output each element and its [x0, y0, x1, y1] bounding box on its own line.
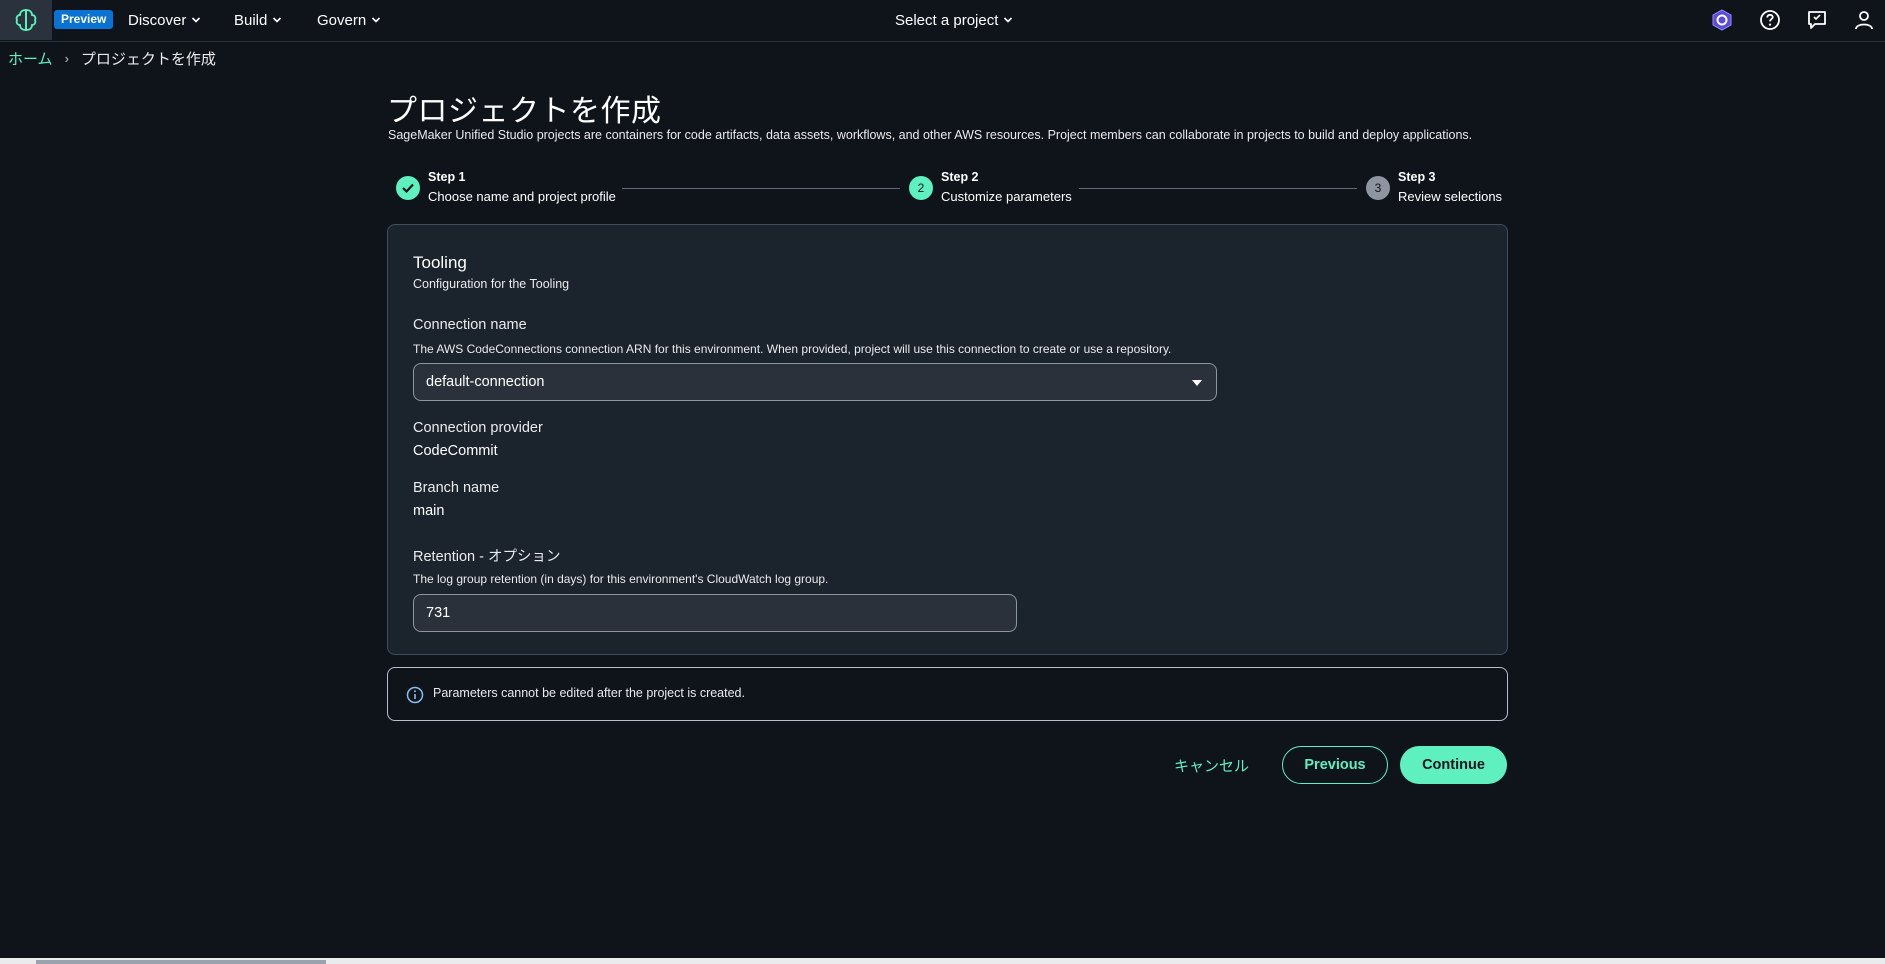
nav-menu-label: Build	[234, 11, 268, 29]
step-2-subtitle: Customize parameters	[941, 189, 1072, 204]
project-selector-label: Select a project	[895, 11, 999, 29]
nav-menu-label: Govern	[317, 11, 367, 29]
app-logo[interactable]	[0, 0, 52, 40]
step-2-title: Step 2	[941, 170, 979, 184]
step-1-subtitle: Choose name and project profile	[428, 189, 616, 204]
step-connector	[622, 188, 900, 189]
connection-provider-value: CodeCommit	[413, 443, 498, 459]
hexagon-badge-icon[interactable]	[1710, 8, 1734, 32]
chevron-down-icon	[192, 17, 201, 23]
nav-menu-build[interactable]: Build	[234, 0, 282, 40]
connection-name-value: default-connection	[426, 374, 545, 390]
panel-title: Tooling	[413, 253, 467, 272]
panel-subtitle: Configuration for the Tooling	[413, 277, 570, 291]
step-complete-check-icon	[396, 176, 420, 200]
step-3-title: Step 3	[1398, 170, 1436, 184]
scrollbar-thumb[interactable]	[36, 960, 326, 964]
retention-description: The log group retention (in days) for th…	[413, 572, 829, 586]
connection-name-label: Connection name	[413, 317, 527, 333]
connection-name-select[interactable]: default-connection	[413, 363, 1217, 401]
info-icon	[406, 686, 424, 704]
breadcrumb-home-link[interactable]: ホーム	[8, 48, 53, 69]
previous-button[interactable]: Previous	[1282, 746, 1388, 784]
caret-down-icon	[1192, 380, 1202, 386]
breadcrumb-current: プロジェクトを作成	[80, 50, 216, 68]
chevron-down-icon	[372, 17, 381, 23]
nav-menu-label: Discover	[128, 11, 187, 29]
chevron-down-icon	[273, 17, 282, 23]
preview-badge: Preview	[54, 10, 114, 29]
project-selector[interactable]: Select a project	[895, 0, 1013, 40]
alert-text: Parameters cannot be edited after the pr…	[433, 686, 745, 700]
top-navigation: Preview Discover Build Govern Select a p…	[0, 0, 1885, 42]
step-3-indicator: 3	[1366, 176, 1390, 200]
step-3-subtitle: Review selections	[1398, 189, 1503, 204]
connection-name-description: The AWS CodeConnections connection ARN f…	[413, 342, 1172, 356]
brain-icon	[15, 9, 37, 31]
branch-name-label: Branch name	[413, 480, 500, 496]
nav-menu-discover[interactable]: Discover	[128, 0, 201, 40]
tooling-panel: Tooling Configuration for the Tooling Co…	[387, 224, 1508, 655]
retention-label: Retention - オプション	[413, 549, 561, 565]
chevron-right-icon: ›	[64, 50, 69, 66]
step-connector	[1079, 188, 1357, 189]
feedback-icon[interactable]	[1805, 8, 1829, 32]
nav-menu-govern[interactable]: Govern	[317, 0, 381, 40]
step-2-indicator: 2	[909, 176, 933, 200]
cancel-button[interactable]: キャンセル	[1170, 753, 1253, 778]
breadcrumb: ホーム › プロジェクトを作成	[8, 48, 216, 68]
continue-button[interactable]: Continue	[1400, 746, 1507, 784]
help-icon[interactable]	[1758, 8, 1782, 32]
page-title: プロジェクトを作成	[387, 95, 662, 128]
user-icon[interactable]	[1852, 8, 1876, 32]
page-description: SageMaker Unified Studio projects are co…	[388, 128, 1473, 142]
branch-name-value: main	[413, 503, 445, 519]
retention-input[interactable]	[413, 594, 1017, 632]
connection-provider-label: Connection provider	[413, 420, 543, 436]
step-1-title: Step 1	[428, 170, 466, 184]
info-alert: Parameters cannot be edited after the pr…	[387, 667, 1508, 721]
chevron-down-icon	[1004, 17, 1013, 23]
